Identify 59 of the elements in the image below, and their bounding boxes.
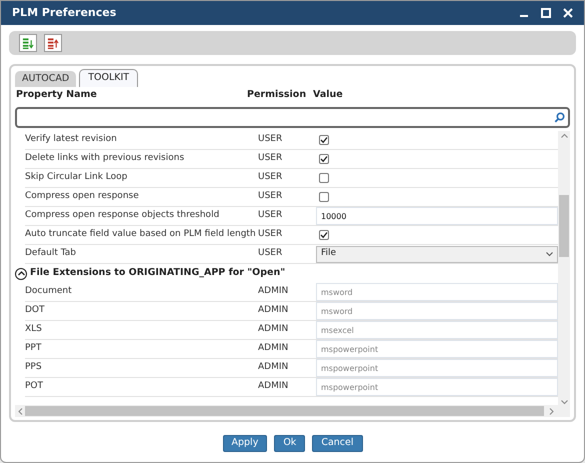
dialog-button[interactable]: Cancel bbox=[312, 435, 362, 452]
permission: ADMIN bbox=[258, 324, 288, 334]
permission: ADMIN bbox=[258, 362, 288, 372]
window-title: PLM Preferences bbox=[12, 4, 118, 21]
collapse-icon[interactable] bbox=[15, 268, 27, 280]
property-name: PPT bbox=[25, 343, 42, 354]
permission: USER bbox=[258, 172, 282, 182]
permission: USER bbox=[258, 191, 282, 202]
permission: ADMIN bbox=[258, 286, 288, 296]
tab[interactable]: AUTOCAD bbox=[15, 71, 76, 87]
scrollbar-thumb[interactable] bbox=[25, 406, 544, 416]
import-button[interactable] bbox=[19, 34, 37, 52]
dialog-button[interactable]: Apply bbox=[222, 435, 268, 452]
property-name: PPS bbox=[25, 362, 42, 372]
tab[interactable]: TOOLKIT bbox=[79, 69, 138, 87]
maximize-icon[interactable] bbox=[541, 8, 551, 18]
search-field[interactable] bbox=[15, 107, 570, 128]
property-name: Auto truncate field value based on PLM field length bbox=[25, 229, 256, 240]
export-button[interactable] bbox=[44, 34, 62, 52]
scrollbar-thumb[interactable] bbox=[559, 195, 569, 257]
checkbox[interactable] bbox=[319, 135, 329, 145]
section-title: File Extensions to ORIGINATING_APP for "Open" bbox=[30, 266, 286, 280]
property-name: POT bbox=[25, 381, 44, 392]
property-name: Skip Circular Link Loop bbox=[25, 172, 128, 182]
search-icon[interactable] bbox=[554, 112, 565, 123]
dropdown[interactable]: File bbox=[316, 246, 558, 262]
scroll-up-icon[interactable] bbox=[560, 133, 568, 139]
checkbox[interactable] bbox=[319, 173, 329, 183]
permission: USER bbox=[258, 229, 282, 240]
checkbox[interactable] bbox=[319, 192, 329, 202]
list-arrow-icon bbox=[47, 36, 59, 50]
chevron-down-icon bbox=[546, 252, 553, 256]
property-name: Compress open response objects threshold bbox=[25, 210, 220, 220]
text-field[interactable]: 10000 bbox=[316, 207, 558, 225]
property-name: DOT bbox=[25, 305, 45, 316]
property-name: XLS bbox=[25, 324, 42, 334]
permission: ADMIN bbox=[258, 305, 288, 316]
horizontal-scrollbar[interactable] bbox=[15, 405, 558, 417]
permission: USER bbox=[258, 248, 282, 258]
permission: ADMIN bbox=[258, 381, 288, 392]
permission: USER bbox=[258, 210, 282, 220]
property-name: Default Tab bbox=[25, 248, 76, 258]
column-header: Value bbox=[313, 88, 343, 100]
property-name: Document bbox=[25, 286, 72, 296]
list-arrow-icon bbox=[22, 36, 34, 50]
dialog-button[interactable]: Ok bbox=[274, 435, 306, 452]
property-name: Delete links with previous revisions bbox=[25, 153, 184, 164]
vertical-scrollbar[interactable] bbox=[558, 131, 570, 417]
column-header: Property Name bbox=[16, 88, 97, 100]
column-header: Permission bbox=[247, 88, 306, 100]
permission: USER bbox=[258, 134, 282, 144]
checkbox[interactable] bbox=[319, 230, 329, 240]
property-name: Verify latest revision bbox=[25, 134, 117, 144]
property-name: Compress open response bbox=[25, 191, 139, 202]
checkbox[interactable] bbox=[319, 154, 329, 164]
close-icon[interactable] bbox=[563, 8, 573, 18]
permission: ADMIN bbox=[258, 343, 288, 354]
permission: USER bbox=[258, 153, 282, 164]
scroll-down-icon[interactable] bbox=[560, 399, 568, 405]
